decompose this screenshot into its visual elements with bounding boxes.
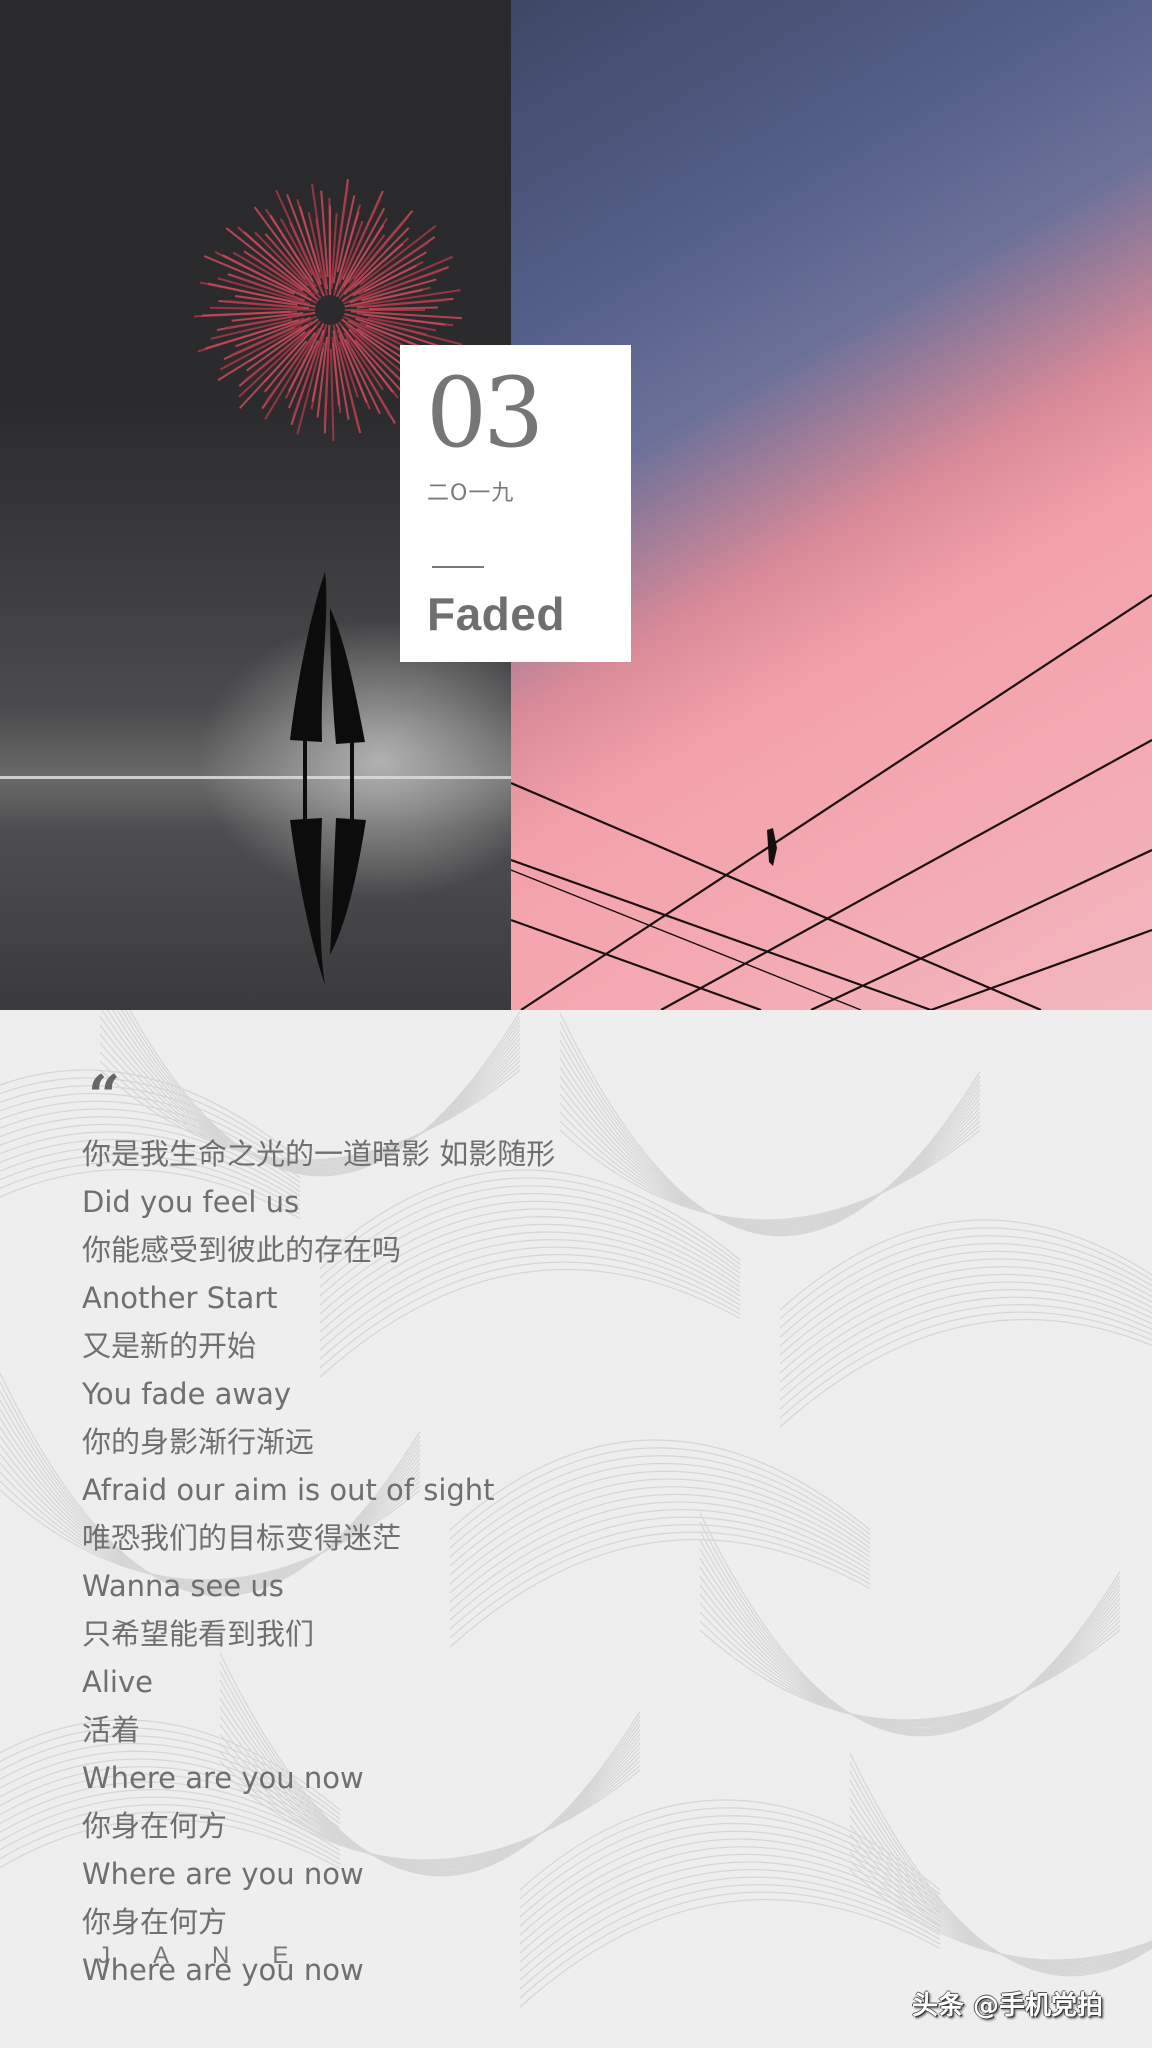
lyrics-list: 你是我生命之光的一道暗影 如影随形 Did you feel us 你能感受到彼此的… [82, 1130, 555, 1994]
lyric-line: 唯恐我们的目标变得迷茫 [82, 1521, 402, 1555]
watermark: 头条 @手机党拍 [912, 1991, 1104, 2021]
quote-icon: “ [88, 1063, 121, 1129]
lyric-line: Afraid our aim is out of sight [82, 1473, 495, 1507]
lyric-line: Where are you now [82, 1761, 364, 1795]
lyric-line: 你是我生命之光的一道暗影 如影随形 [82, 1137, 556, 1171]
lyric-line: Another Start [82, 1281, 278, 1315]
issue-number: 03 [426, 357, 544, 469]
horizon-line [0, 776, 511, 779]
bird-silhouette [767, 828, 777, 866]
song-title: Faded [427, 588, 565, 640]
lyric-line: You fade away [82, 1377, 292, 1411]
lyric-line: 你能感受到彼此的存在吗 [82, 1233, 402, 1267]
lyric-line: 活着 [82, 1713, 141, 1747]
lyric-line: Where are you now [82, 1857, 364, 1891]
signature: JANE [98, 1942, 332, 1969]
lyric-line: 又是新的开始 [82, 1329, 257, 1363]
lyric-line: 你身在何方 [82, 1905, 228, 1939]
title-card: 03 二O一九 Faded [400, 345, 631, 662]
year-label: 二O一九 [427, 481, 515, 506]
lyric-line: 只希望能看到我们 [82, 1617, 315, 1651]
lyric-line: 你的身影渐行渐远 [82, 1425, 315, 1459]
divider-line [432, 566, 484, 568]
lyric-line: Wanna see us [82, 1569, 284, 1603]
lyric-line: Did you feel us [82, 1185, 300, 1219]
lyric-line: 你身在何方 [82, 1809, 228, 1843]
lyric-line: Alive [82, 1665, 153, 1699]
